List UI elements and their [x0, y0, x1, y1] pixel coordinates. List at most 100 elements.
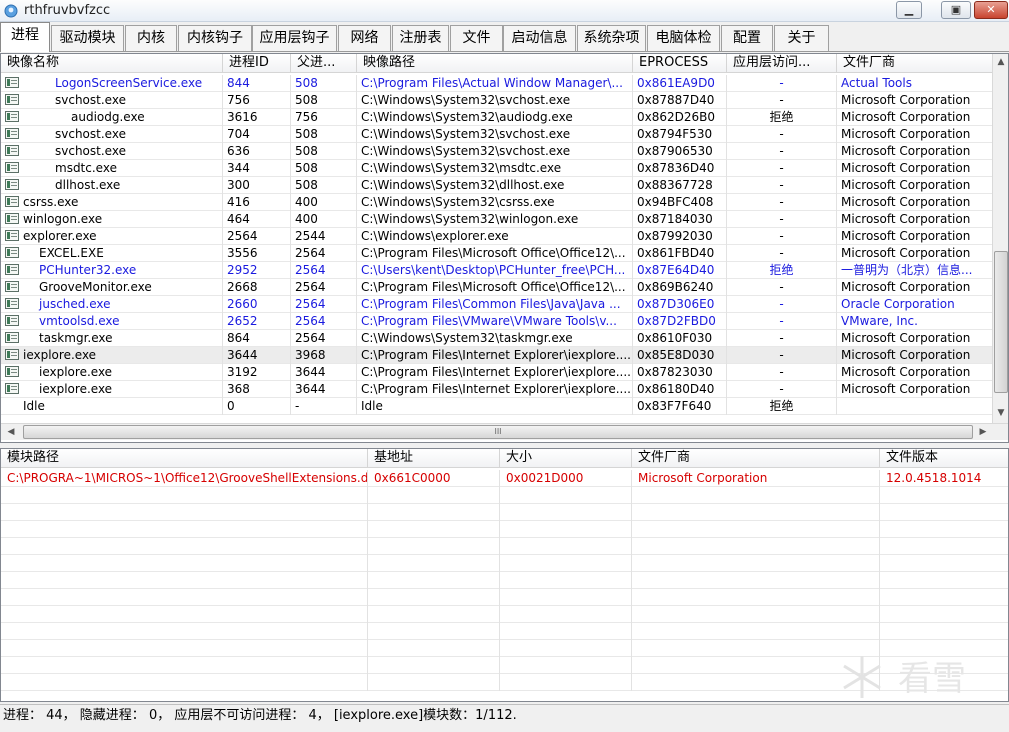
col-size-header[interactable]: 大小 [500, 449, 632, 468]
process-row[interactable]: csrss.exe 416 400 C:\Windows\System32\csrss… [1, 194, 994, 211]
process-vertical-scrollbar[interactable]: ▲ ▼ [992, 54, 1008, 423]
tab-4[interactable]: 应用层钩子 [252, 25, 337, 51]
col-image-name-header[interactable]: 映像名称 [1, 54, 223, 73]
process-row[interactable]: PCHunter32.exe 2952 2564 C:\Users\kent\Desk… [1, 262, 994, 279]
scroll-left-arrow-icon[interactable]: ◀ [3, 424, 19, 441]
cell-version [880, 521, 1008, 538]
process-table[interactable]: 映像名称 进程ID 父进... 映像路径 EPROCESS 应用层访问... 文件厂商 Lo… [0, 53, 1009, 443]
process-name: vmtoolsd.exe [39, 314, 120, 328]
col-eprocess-header[interactable]: EPROCESS [633, 54, 727, 73]
cell-size [500, 657, 632, 674]
cell-size [500, 521, 632, 538]
cell-eprocess: 0x861FBD40 [633, 245, 727, 262]
process-row[interactable]: vmtoolsd.exe 2652 2564 C:\Program Files\VMw… [1, 313, 994, 330]
process-row[interactable]: jusched.exe 2660 2564 C:\Program Files\Comm… [1, 296, 994, 313]
scroll-thumb[interactable] [994, 251, 1008, 393]
cell-ppid: 508 [291, 75, 357, 92]
tab-9[interactable]: 系统杂项 [577, 25, 646, 51]
process-row[interactable]: LogonScreenService.exe 844 508 C:\Program F… [1, 75, 994, 92]
module-table[interactable]: 模块路径 基地址 大小 文件厂商 文件版本 C:\PROGRA~1\MICROS~1\O… [0, 448, 1009, 702]
scroll-up-arrow-icon[interactable]: ▲ [993, 54, 1008, 71]
process-icon [5, 161, 19, 173]
tab-6[interactable]: 注册表 [392, 25, 449, 51]
cell-access: 拒绝 [727, 262, 837, 279]
process-row[interactable]: taskmgr.exe 864 2564 C:\Windows\System32\ta… [1, 330, 994, 347]
col-app-access-header[interactable]: 应用层访问... [727, 54, 837, 73]
title-bar[interactable]: rthfruvbvfzcc ▁ ▣ ✕ [0, 0, 1009, 22]
process-horizontal-scrollbar[interactable]: ◀ III ▶ [1, 423, 1008, 440]
process-row[interactable]: iexplore.exe 368 3644 C:\Program Files\Inte… [1, 381, 994, 398]
process-icon [5, 263, 19, 275]
process-row[interactable]: GrooveMonitor.exe 2668 2564 C:\Program File… [1, 279, 994, 296]
cell-ppid: 508 [291, 126, 357, 143]
close-button[interactable]: ✕ [974, 1, 1008, 19]
process-row[interactable]: svchost.exe 756 508 C:\Windows\System32\svc… [1, 92, 994, 109]
col-file-vendor-header[interactable]: 文件厂商 [632, 449, 880, 468]
process-row[interactable]: EXCEL.EXE 3556 2564 C:\Program Files\Micros… [1, 245, 994, 262]
cell-base [368, 657, 500, 674]
cell-ppid: 3644 [291, 381, 357, 398]
empty-row [1, 538, 1008, 555]
cell-access: - [727, 330, 837, 347]
tab-7[interactable]: 文件 [450, 25, 503, 51]
col-base-address-header[interactable]: 基地址 [368, 449, 500, 468]
col-file-vendor-header[interactable]: 文件厂商 [837, 54, 994, 73]
minimize-button[interactable]: ▁ [896, 1, 922, 19]
process-name: svchost.exe [55, 144, 126, 158]
cell-vendor [632, 623, 880, 640]
tab-5[interactable]: 网络 [338, 25, 391, 51]
process-icon [5, 178, 19, 190]
process-row[interactable]: explorer.exe 2564 2544 C:\Windows\explorer.… [1, 228, 994, 245]
tab-3[interactable]: 内核钩子 [178, 25, 252, 51]
cell-path [1, 521, 368, 538]
module-row[interactable]: C:\PROGRA~1\MICROS~1\Office12\GrooveShel… [1, 470, 1008, 487]
cell-eprocess: 0x87887D40 [633, 92, 727, 109]
scroll-down-arrow-icon[interactable]: ▼ [993, 405, 1008, 422]
cell-size [500, 606, 632, 623]
col-ppid-header[interactable]: 父进... [291, 54, 357, 73]
cell-path: Idle [357, 398, 633, 415]
tab-1[interactable]: 驱动模块 [51, 25, 124, 51]
cell-path: C:\PROGRA~1\MICROS~1\Office12\GrooveShel… [1, 470, 368, 487]
scroll-right-arrow-icon[interactable]: ▶ [975, 424, 991, 441]
cell-eprocess: 0x87E64D40 [633, 262, 727, 279]
cell-name: GrooveMonitor.exe [1, 279, 223, 296]
tab-10[interactable]: 电脑体检 [647, 25, 720, 51]
process-row[interactable]: audiodg.exe 3616 756 C:\Windows\System32\au… [1, 109, 994, 126]
cell-access: - [727, 279, 837, 296]
cell-path [1, 555, 368, 572]
horizontal-scroll-thumb[interactable]: III [23, 425, 973, 439]
process-row[interactable]: dllhost.exe 300 508 C:\Windows\System32\dll… [1, 177, 994, 194]
tab-12[interactable]: 关于 [774, 25, 829, 51]
cell-vendor [632, 504, 880, 521]
tab-8[interactable]: 启动信息 [503, 25, 576, 51]
process-row[interactable]: svchost.exe 636 508 C:\Windows\System32\svc… [1, 143, 994, 160]
col-pid-header[interactable]: 进程ID [223, 54, 291, 73]
cell-eprocess: 0x86180D40 [633, 381, 727, 398]
process-row[interactable]: Idle 0- Idle 0x83F7F640 拒绝 [1, 398, 994, 415]
cell-path: C:\Windows\System32\msdtc.exe [357, 160, 633, 177]
empty-row [1, 572, 1008, 589]
cell-eprocess: 0x88367728 [633, 177, 727, 194]
col-module-path-header[interactable]: 模块路径 [1, 449, 368, 468]
process-row[interactable]: svchost.exe 704 508 C:\Windows\System32\svc… [1, 126, 994, 143]
cell-vendor: Microsoft Corporation [837, 364, 994, 381]
process-row[interactable]: msdtc.exe 344 508 C:\Windows\System32\msdtc… [1, 160, 994, 177]
cell-pid: 2652 [223, 313, 291, 330]
tab-11[interactable]: 配置 [721, 25, 773, 51]
cell-access: - [727, 381, 837, 398]
cell-ppid: 2564 [291, 245, 357, 262]
col-image-path-header[interactable]: 映像路径 [357, 54, 633, 73]
process-icon [5, 229, 19, 241]
cell-vendor [632, 521, 880, 538]
col-file-version-header[interactable]: 文件版本 [880, 449, 1008, 468]
cell-ppid: 2564 [291, 296, 357, 313]
process-row[interactable]: iexplore.exe 3192 3644 C:\Program Files\Int… [1, 364, 994, 381]
tab-0[interactable]: 进程 [0, 22, 50, 52]
tab-2[interactable]: 内核 [125, 25, 177, 51]
cell-vendor [632, 589, 880, 606]
process-icon [5, 246, 19, 258]
maximize-button[interactable]: ▣ [941, 1, 971, 19]
process-row[interactable]: iexplore.exe 3644 3968 C:\Program Files\Int… [1, 347, 994, 364]
process-row[interactable]: winlogon.exe 464 400 C:\Windows\System32\wi… [1, 211, 994, 228]
